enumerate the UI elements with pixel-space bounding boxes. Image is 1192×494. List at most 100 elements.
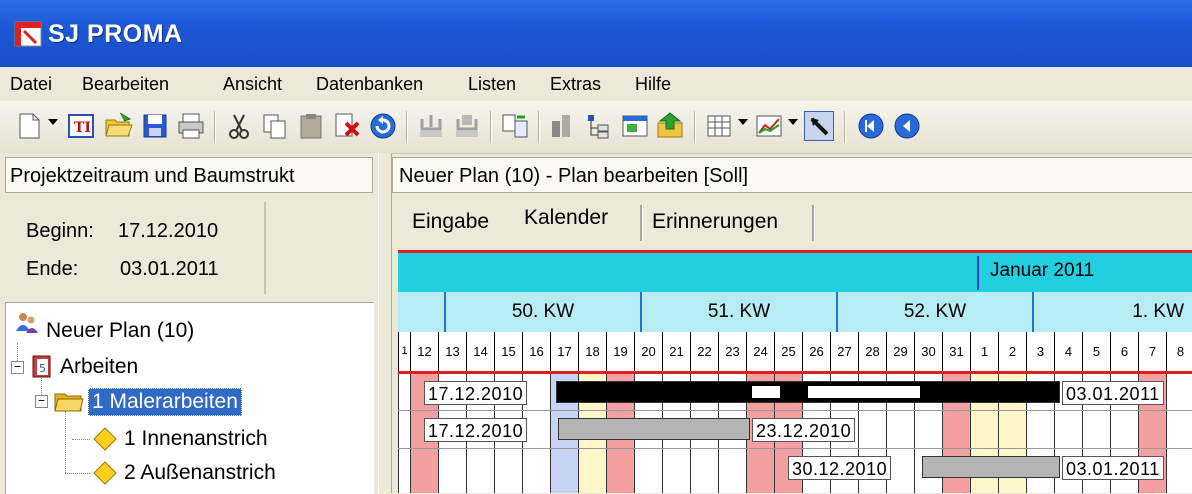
- day-cell: 31: [942, 332, 970, 371]
- toolbar: TI: [0, 101, 1192, 154]
- day-cell: 28: [858, 332, 886, 371]
- folder-icon: [54, 393, 84, 412]
- row2-end-date: 23.12.2010: [752, 418, 856, 442]
- row1-start-date: 17.12.2010: [424, 381, 528, 405]
- save-icon[interactable]: [140, 111, 170, 141]
- tree-view-icon[interactable]: [584, 111, 614, 141]
- day-cell: 6: [1110, 332, 1138, 371]
- row2-start-date: 17.12.2010: [424, 418, 528, 442]
- new-dropdown-arrow[interactable]: [48, 119, 58, 125]
- tree-item-malerarbeiten[interactable]: 1 Malerarbeiten: [88, 388, 242, 416]
- tree-expander-malerarbeiten[interactable]: −: [35, 395, 48, 408]
- cut-icon[interactable]: [224, 111, 254, 141]
- week-1: 1. KW: [1032, 292, 1192, 332]
- table-dropdown-arrow[interactable]: [738, 119, 748, 125]
- menu-ansicht[interactable]: Ansicht: [223, 74, 282, 95]
- first-record-icon[interactable]: [856, 111, 886, 141]
- menu-listen[interactable]: Listen: [468, 74, 516, 95]
- diamond-icon: [93, 427, 117, 451]
- tree-item-arbeiten[interactable]: Arbeiten: [60, 355, 138, 379]
- day-cell: 22: [690, 332, 718, 371]
- day-cell: 1: [398, 332, 410, 371]
- menu-datenbanken[interactable]: Datenbanken: [316, 74, 423, 95]
- begin-value: 17.12.2010: [118, 220, 219, 242]
- paste-icon[interactable]: [296, 111, 326, 141]
- day-cell: 12: [410, 332, 438, 371]
- new-document-icon[interactable]: [14, 111, 44, 141]
- open-folder-icon[interactable]: [104, 111, 134, 141]
- day-grid-line: [398, 374, 399, 493]
- day-cell: 8: [1166, 332, 1192, 371]
- project-period-box: Beginn: 17.12.2010 Ende: 03.01.2011: [12, 202, 266, 294]
- menu-bearbeiten[interactable]: Bearbeiten: [82, 74, 169, 95]
- day-grid-line: [410, 374, 411, 493]
- end-value: 03.01.2011: [120, 258, 219, 280]
- week-header-row: 50. KW 51. KW 52. KW 1. KW: [398, 292, 1192, 332]
- row1-end-date: 03.01.2011: [1062, 381, 1164, 405]
- plan-header: Neuer Plan (10) - Plan bearbeiten [Soll]: [392, 157, 1192, 193]
- pointer-tool-icon[interactable]: [804, 111, 834, 141]
- tree-item-neuer-plan[interactable]: Neuer Plan (10): [46, 319, 194, 343]
- day-grid-line: [1166, 374, 1167, 493]
- check-in-icon[interactable]: [416, 111, 446, 141]
- day-header-row: 1 12 13 14 15 16 17 18 19 20 21 22 23 24 25 26 27 28 29 30 3…: [398, 332, 1192, 374]
- day-cell: 24: [746, 332, 774, 371]
- day-cell: 26: [802, 332, 830, 371]
- month-header-row: Januar 2011: [398, 250, 1192, 292]
- tab-kalender[interactable]: Kalender: [518, 201, 638, 237]
- template-icon[interactable]: TI: [66, 111, 96, 141]
- day-cell: 4: [1054, 332, 1082, 371]
- undo-icon[interactable]: [368, 111, 398, 141]
- row3-start-date: 30.12.2010: [788, 456, 892, 480]
- menu-hilfe[interactable]: Hilfe: [635, 74, 671, 95]
- task-bar-innenanstrich[interactable]: [558, 418, 750, 440]
- day-cell: 3: [1026, 332, 1054, 371]
- delete-icon[interactable]: [332, 111, 362, 141]
- tree-item-innenanstrich[interactable]: 1 Innenanstrich: [124, 427, 268, 451]
- compare-icon[interactable]: [500, 111, 530, 141]
- week-50: 50. KW: [444, 292, 640, 332]
- chart-dropdown-arrow[interactable]: [788, 119, 798, 125]
- day-cell: 19: [606, 332, 634, 371]
- export-icon[interactable]: [656, 111, 686, 141]
- svg-text:5: 5: [39, 362, 46, 375]
- left-panel-header: Projektzeitraum und Baumstrukt: [5, 157, 373, 193]
- line-chart-icon[interactable]: [754, 111, 784, 141]
- table-icon[interactable]: [704, 111, 734, 141]
- day-cell: 7: [1138, 332, 1166, 371]
- task-bar-aussenanstrich[interactable]: [922, 456, 1060, 478]
- day-cell: 17: [550, 332, 578, 371]
- title-bar: SJ PROMA: [0, 0, 1192, 67]
- day-cell: 29: [886, 332, 914, 371]
- day-cell: 25: [774, 332, 802, 371]
- window-title: SJ PROMA: [48, 20, 183, 48]
- print-icon[interactable]: [176, 111, 206, 141]
- menu-datei[interactable]: Datei: [10, 74, 52, 95]
- week-52: 52. KW: [836, 292, 1032, 332]
- tree-expander-arbeiten[interactable]: −: [11, 361, 24, 374]
- panel-splitter[interactable]: [378, 153, 392, 493]
- day-cell: 23: [718, 332, 746, 371]
- calendar-book-icon: 5: [32, 355, 51, 378]
- previous-record-icon[interactable]: [892, 111, 922, 141]
- menu-extras[interactable]: Extras: [550, 74, 601, 95]
- tab-eingabe[interactable]: Eingabe: [408, 205, 516, 241]
- diamond-icon: [93, 461, 117, 485]
- project-tree: Neuer Plan (10) − 5 Arbeiten − 1 Malerar…: [5, 302, 374, 494]
- begin-label: Beginn:: [26, 220, 94, 242]
- tab-erinnerungen[interactable]: Erinnerungen: [650, 205, 810, 241]
- check-out-icon[interactable]: [452, 111, 482, 141]
- day-cell: 15: [494, 332, 522, 371]
- copy-icon[interactable]: [260, 111, 290, 141]
- day-grid-line: [550, 374, 551, 493]
- day-cell: 14: [466, 332, 494, 371]
- day-cell: 27: [830, 332, 858, 371]
- chart-icon[interactable]: [548, 111, 578, 141]
- app-logo-icon: [14, 21, 42, 47]
- day-cell: 30: [914, 332, 942, 371]
- day-cell: 18: [578, 332, 606, 371]
- tree-item-aussenanstrich[interactable]: 2 Außenanstrich: [124, 461, 276, 485]
- gantt-calendar: Januar 2011 50. KW 51. KW 52. KW 1. KW 1…: [398, 250, 1192, 493]
- row3-end-date: 03.01.2011: [1062, 456, 1164, 480]
- window-icon[interactable]: [620, 111, 650, 141]
